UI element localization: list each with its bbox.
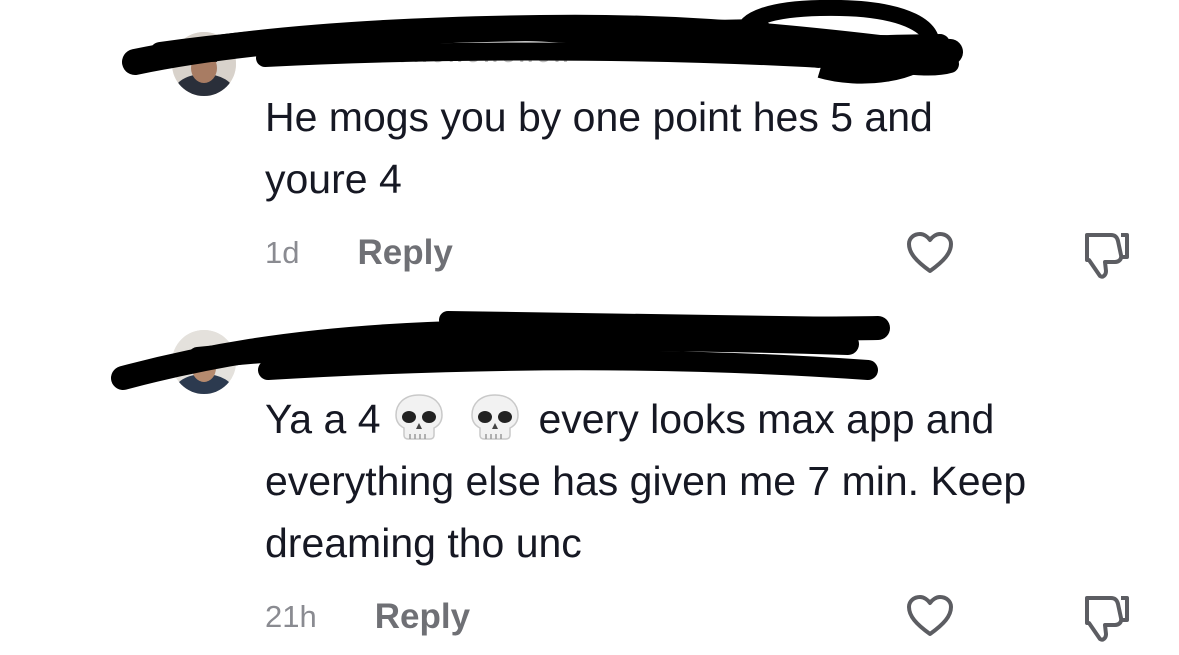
- thumbs-down-icon: [1085, 596, 1129, 642]
- comment-text-start: Ya a 4: [265, 396, 381, 442]
- comment-item: wowowowowowowowow Ya a 4 every looks max…: [0, 300, 1179, 655]
- dislike-button[interactable]: [1080, 229, 1132, 281]
- thumbs-down-icon: [1085, 233, 1129, 279]
- heart-outline-icon: [907, 595, 953, 636]
- comment-item: wowowowowowowowow He mogs you by one poi…: [0, 0, 1179, 300]
- comment-meta: 1d Reply: [265, 228, 453, 278]
- reply-button[interactable]: Reply: [375, 597, 470, 637]
- comment-text: He mogs you by one point hes 5 and youre…: [265, 94, 933, 202]
- avatar[interactable]: [172, 32, 236, 96]
- heart-outline-icon: [907, 232, 953, 273]
- comment-time: 21h: [265, 599, 317, 634]
- comment-time: 1d: [265, 235, 300, 270]
- username[interactable]: wowowowowowowowow: [290, 340, 592, 371]
- skull-emoji: [470, 394, 519, 440]
- comment-meta: 21h Reply: [265, 592, 470, 642]
- like-button[interactable]: [904, 227, 956, 279]
- skull-emoji: [394, 394, 443, 440]
- username[interactable]: wowowowowowowowow: [270, 38, 572, 69]
- dislike-button[interactable]: [1080, 592, 1132, 644]
- avatar[interactable]: [172, 330, 236, 394]
- comment-text: Ya a 4 every looks max app and everythin…: [265, 388, 1145, 574]
- reply-button[interactable]: Reply: [357, 233, 452, 273]
- like-button[interactable]: [904, 590, 956, 642]
